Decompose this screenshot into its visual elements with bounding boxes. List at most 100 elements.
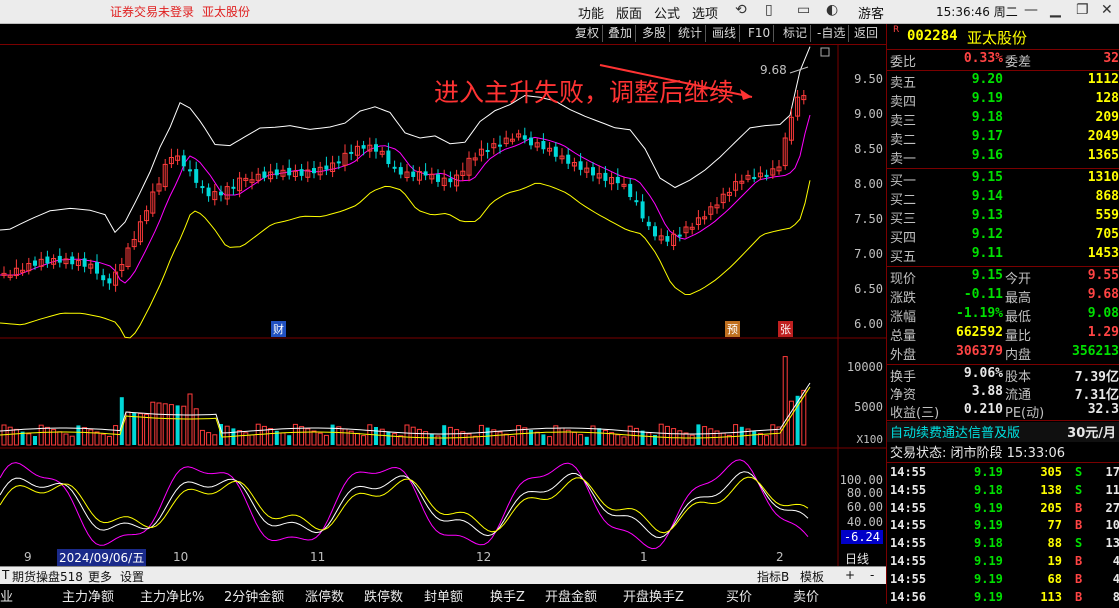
- kline-chart[interactable]: [0, 45, 886, 567]
- minimize-icon[interactable]: ▁: [1050, 2, 1061, 18]
- volume-bar: [106, 435, 112, 446]
- tick-price: 9.19: [974, 465, 1003, 479]
- tab-settings[interactable]: 设置: [120, 568, 144, 585]
- mark-button[interactable]: 标记: [780, 25, 812, 42]
- volume-bar: [633, 427, 639, 446]
- quote-panel: R 002284 亚太股份 委比 0.33% 委差 32 自动续费通达信普及版 …: [886, 24, 1119, 604]
- restore-icon[interactable]: ❐: [1076, 2, 1089, 18]
- stat-value: 356213: [1072, 344, 1119, 359]
- volume-bar: [386, 431, 391, 445]
- fundamental-label: 股本: [1005, 370, 1032, 385]
- promo-price[interactable]: 30元/月: [1067, 422, 1116, 441]
- col-limit-up[interactable]: 涨停数: [305, 586, 344, 605]
- volume-bar: [584, 436, 589, 445]
- col-turnover[interactable]: 换手Z: [490, 586, 525, 605]
- volume-bar: [33, 436, 37, 445]
- kline-chart-area[interactable]: 9.50 9.00 8.50 8.00 7.50 7.00 6.50 6.00 …: [0, 45, 886, 567]
- date-tick: 9: [24, 550, 32, 564]
- menu-formula[interactable]: 公式: [654, 3, 680, 22]
- volume-bar: [782, 356, 788, 446]
- volume-bar: [658, 423, 664, 446]
- volume-bar: [181, 405, 187, 446]
- stat-label: 总量: [890, 329, 917, 344]
- back-button[interactable]: 返回: [851, 25, 881, 42]
- tab-t[interactable]: T: [2, 568, 9, 582]
- minimize-icon[interactable]: —: [1024, 2, 1038, 18]
- zoom-out-button[interactable]: -: [870, 568, 874, 582]
- ask-level-row: 卖一 9.16 1365: [887, 148, 1119, 167]
- fundamental-value: 32.3: [1087, 402, 1119, 417]
- tick-count: 10: [1105, 518, 1119, 533]
- login-warning[interactable]: 证券交易未登录: [110, 3, 194, 20]
- zoom-in-button[interactable]: +: [845, 568, 855, 582]
- candle-body: [485, 150, 490, 152]
- multi-stock-button[interactable]: 多股: [639, 25, 671, 42]
- candle-body: [200, 186, 205, 189]
- phone-icon[interactable]: ▯: [765, 2, 773, 18]
- indicator-line-k: [0, 471, 809, 539]
- indicator-b-button[interactable]: 指标B: [757, 568, 789, 585]
- indicator-tick: 40.00: [846, 515, 883, 529]
- volume-bar: [113, 425, 119, 446]
- volume-bar: [199, 429, 205, 446]
- guest-label[interactable]: 游客: [858, 3, 884, 22]
- bid-level-row: 买五 9.11 1453: [887, 246, 1119, 265]
- restore-rights-button[interactable]: 复权: [572, 25, 604, 42]
- template-button[interactable]: 模板: [800, 568, 824, 585]
- statistics-button[interactable]: 统计: [675, 25, 707, 42]
- volume-bar: [144, 413, 150, 446]
- volume-tick: 5000: [854, 400, 883, 414]
- candle-body: [653, 226, 657, 237]
- promo-row[interactable]: 自动续费通达信普及版 30元/月: [887, 422, 1119, 442]
- candle-body: [101, 275, 106, 281]
- f10-button[interactable]: F10: [745, 25, 775, 42]
- menu-layout[interactable]: 版面: [616, 3, 642, 22]
- refresh-icon[interactable]: ⟲: [735, 2, 747, 18]
- menu-options[interactable]: 选项: [692, 3, 718, 22]
- skin-icon[interactable]: ◐: [826, 2, 838, 18]
- stat-label: 今开: [1005, 272, 1032, 287]
- col-main-ratio[interactable]: 主力净比%: [140, 586, 204, 605]
- volume-bar: [646, 432, 652, 446]
- col-open-amount[interactable]: 开盘金额: [545, 586, 597, 605]
- fundamental-label: PE(动): [1005, 406, 1045, 421]
- col-main-net[interactable]: 主力净额: [62, 586, 114, 605]
- finance-marker[interactable]: 财: [271, 321, 286, 337]
- col-seal-amount[interactable]: 封单额: [424, 586, 463, 605]
- col-limit-down[interactable]: 跌停数: [364, 586, 403, 605]
- candle-body: [95, 262, 99, 274]
- price-tick: 9.50: [854, 72, 883, 86]
- col-open-turnover[interactable]: 开盘换手Z: [623, 586, 684, 605]
- stock-name: 亚太股份: [967, 29, 1028, 47]
- col-2min-amount[interactable]: 2分钟金额: [224, 586, 284, 605]
- volume-bar: [435, 435, 441, 446]
- ask-price: 9.20: [971, 72, 1003, 87]
- tab-more[interactable]: 更多: [88, 568, 112, 585]
- fundamental-label: 流通: [1005, 388, 1032, 403]
- volume-bar: [237, 430, 243, 446]
- stat-label: 量比: [1005, 329, 1032, 344]
- tab-futures[interactable]: 期货操盘518: [12, 568, 83, 585]
- promo-text[interactable]: 自动续费通达信普及版: [890, 422, 1020, 441]
- message-icon[interactable]: ▭: [797, 2, 810, 18]
- col-ask[interactable]: 卖价: [793, 586, 819, 605]
- stat-label: 涨幅: [890, 310, 917, 325]
- volume-bar: [764, 435, 770, 446]
- volume-bar: [88, 429, 94, 446]
- menu-function[interactable]: 功能: [578, 3, 604, 22]
- col-industry[interactable]: 业: [0, 586, 13, 605]
- overlay-button[interactable]: 叠加: [605, 25, 637, 42]
- volume-bar: [330, 424, 335, 445]
- limit-up-marker[interactable]: 张: [778, 321, 793, 337]
- draw-line-button[interactable]: 画线: [709, 25, 741, 42]
- candle-body: [411, 171, 416, 177]
- candle-body: [181, 155, 186, 167]
- col-bid[interactable]: 买价: [726, 586, 752, 605]
- candle-body: [436, 174, 440, 182]
- candle-body: [541, 141, 546, 150]
- ask-level-row: 卖四 9.19 128: [887, 91, 1119, 110]
- ask-volume: 1112: [1087, 72, 1119, 87]
- forecast-marker[interactable]: 预: [725, 321, 740, 337]
- add-watchlist-button[interactable]: -自选: [814, 25, 850, 42]
- close-icon[interactable]: ✕: [1101, 2, 1113, 18]
